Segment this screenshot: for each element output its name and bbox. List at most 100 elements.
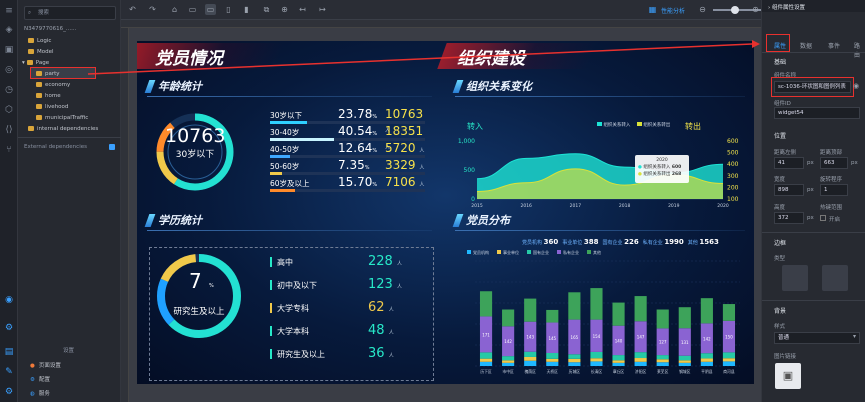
pct-unit: %: [372, 131, 378, 137]
zoom-out-icon[interactable]: ⊖: [697, 4, 708, 15]
tree-item-economy[interactable]: economy: [36, 80, 70, 90]
settings-config[interactable]: ⚙ 配置: [30, 375, 50, 385]
mobile-icon[interactable]: ▮: [241, 4, 252, 15]
rotation-input[interactable]: 1: [820, 184, 848, 196]
bar-segment: [479, 291, 493, 317]
bar-segment: [612, 355, 625, 361]
edu-unit: 人: [396, 284, 402, 290]
perf-icon[interactable]: ▦: [647, 4, 658, 15]
tree-search-input[interactable]: ⌕ 搜索: [24, 6, 116, 20]
clock-icon[interactable]: ◷: [3, 84, 15, 96]
chart-icon[interactable]: ▤: [3, 346, 15, 358]
perf-label[interactable]: 性能分析: [661, 6, 685, 15]
bar-label: 142: [504, 339, 512, 344]
edu-row-label: 高中: [277, 258, 293, 267]
tree-item-party[interactable]: party: [36, 69, 60, 79]
x-tick: 2020: [717, 203, 729, 209]
tree-item-traffic[interactable]: municipalTraffic: [36, 113, 88, 123]
comp-id-field[interactable]: widget54: [774, 107, 860, 119]
redo-icon[interactable]: ↷: [147, 4, 158, 15]
tree-item-logic[interactable]: Logic: [28, 36, 51, 46]
layers-icon[interactable]: ≡: [3, 5, 15, 17]
width-input[interactable]: 898: [774, 184, 804, 196]
desktop-icon[interactable]: ▭: [205, 4, 216, 15]
image-upload-icon[interactable]: ▣: [775, 363, 801, 389]
tooltip-row-out: ● 组织关系转出 268: [638, 171, 686, 178]
y-tick-right: 200: [727, 184, 739, 191]
add-icon[interactable]: [109, 144, 115, 150]
width-unit: px: [807, 187, 814, 193]
zoom-in-icon[interactable]: ⊕: [751, 4, 760, 15]
edu-row-value: 62 人: [368, 300, 394, 315]
ruler-horizontal: [121, 20, 761, 28]
database-icon[interactable]: ◎: [3, 64, 15, 76]
code-icon[interactable]: ⟨⟩: [3, 124, 15, 136]
count-value: 5720: [385, 141, 416, 155]
tablet-icon[interactable]: ▯: [223, 4, 234, 15]
bar-segment: [722, 352, 736, 359]
tab-route[interactable]: 路由: [854, 41, 865, 59]
stack-icon[interactable]: ◈: [3, 24, 15, 36]
border-style-1[interactable]: [782, 265, 808, 291]
settings-label: 服务: [38, 391, 50, 397]
section-background: 背景: [774, 308, 787, 315]
tab-events[interactable]: 事件: [828, 41, 840, 50]
tree-item-home[interactable]: home: [36, 91, 61, 101]
eye-icon[interactable]: ◉: [853, 82, 859, 90]
external-deps[interactable]: External dependencies: [24, 142, 87, 152]
undo-icon[interactable]: ↶: [127, 4, 138, 15]
branch-icon[interactable]: ⑂: [3, 144, 15, 156]
gear-icon[interactable]: ⚙: [3, 322, 15, 334]
settings-icon[interactable]: ⚙: [3, 386, 15, 398]
age-row-count: 3329 人: [385, 158, 424, 172]
comp-id-label: 组件ID: [774, 101, 791, 107]
dashboard-canvas[interactable]: 党员情况 组织建设 年龄统计 10763 30岁以下 30岁以下 23.78% 10…: [137, 41, 754, 384]
open-checkbox[interactable]: [820, 215, 826, 221]
edu-value: 36: [368, 346, 385, 361]
zoom-handle[interactable]: [731, 6, 739, 14]
style-label: 样式: [774, 324, 786, 330]
zoom-icon[interactable]: ⊕: [279, 4, 290, 15]
tree-item-internal[interactable]: internal dependencies: [28, 124, 98, 134]
x-tick: 2015: [471, 203, 483, 209]
tree-item-livehood[interactable]: livehood: [36, 102, 68, 112]
edu-value: 228: [368, 254, 393, 269]
legend-swatch: [527, 250, 531, 254]
wrench-icon[interactable]: ✎: [3, 366, 15, 378]
age-total: 10763: [165, 125, 226, 147]
bar-segment: [634, 296, 647, 322]
align-icon[interactable]: ▭: [187, 4, 198, 15]
legend-label: 组织关系转出: [643, 123, 671, 128]
tree-item-model[interactable]: Model: [28, 47, 54, 57]
style-select[interactable]: 普通: [774, 332, 860, 344]
left-input[interactable]: 41: [774, 157, 804, 169]
y-tick-left: 0: [471, 196, 475, 203]
x-tick: 钢城区: [679, 369, 691, 374]
forward-icon[interactable]: ↦: [317, 4, 328, 15]
x-tick: 2019: [668, 203, 680, 209]
settings-page[interactable]: ● 页面设置: [30, 361, 61, 371]
dashboard-icon[interactable]: ◉: [3, 294, 15, 306]
bar-segment: [546, 309, 559, 323]
chevron-down-icon: ▾: [853, 333, 857, 340]
section-marker: [452, 214, 464, 227]
settings-service[interactable]: ◍ 服务: [30, 389, 50, 399]
pct-value: 12.64: [338, 141, 373, 155]
group-icon[interactable]: ⧉: [261, 4, 272, 15]
summary-label: 党员机构: [522, 240, 543, 246]
count-unit: 人: [419, 148, 425, 154]
height-input[interactable]: 372: [774, 212, 804, 224]
legend-swatch: [636, 122, 642, 126]
bar-segment: [678, 360, 691, 363]
cube-icon[interactable]: ⬡: [3, 104, 15, 116]
lock-icon[interactable]: ⌂: [169, 4, 180, 15]
comp-name-field[interactable]: sc-1036-环状图和图例列表: [774, 81, 851, 93]
x-tick: 天桥区: [547, 369, 559, 374]
border-style-2[interactable]: [822, 265, 848, 291]
type-label: 类型: [774, 256, 786, 262]
top-input[interactable]: 663: [820, 157, 848, 169]
save-icon[interactable]: ▣: [3, 44, 15, 56]
panel-header: › 组件属性设置: [768, 3, 805, 11]
back-icon[interactable]: ↤: [297, 4, 308, 15]
tab-data[interactable]: 数据: [800, 41, 812, 50]
